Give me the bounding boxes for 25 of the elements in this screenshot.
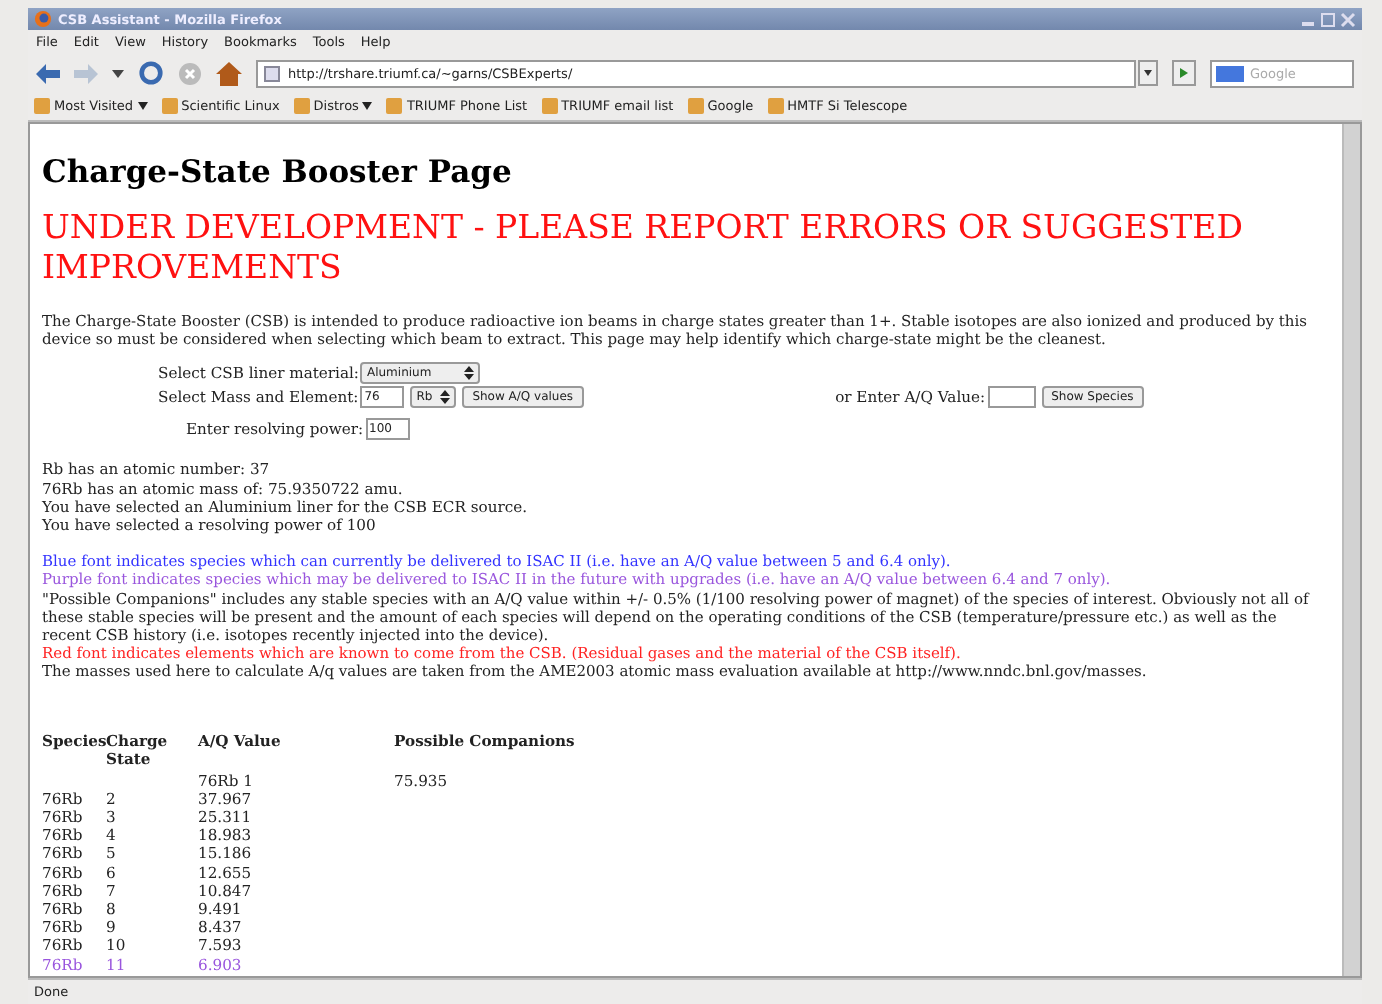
page-icon: [264, 65, 280, 81]
bookmark-icon: [687, 98, 704, 114]
dropdown-icon[interactable]: [112, 69, 124, 77]
bookmark-icon: [161, 98, 178, 114]
home-icon[interactable]: [216, 61, 242, 85]
back-arrow-icon[interactable]: [36, 63, 60, 83]
go-icon[interactable]: [1172, 60, 1196, 86]
dropdown-icon[interactable]: [1138, 60, 1158, 86]
warning-heading: UNDER DEVELOPMENT - PLEASE REPORT ERRORS OR SUGGESTED IMPROVEMENTS: [42, 208, 1245, 288]
aq-field[interactable]: [987, 385, 1036, 408]
reload-icon[interactable]: [138, 60, 164, 86]
firefox-icon: [34, 10, 52, 28]
spinner-icon: [440, 389, 451, 404]
spinner-icon: [464, 365, 475, 380]
maximize-icon[interactable]: [1320, 11, 1336, 27]
stop-icon[interactable]: [178, 61, 202, 85]
page-title: Charge-State Booster Page: [42, 152, 514, 190]
bookmark-icon: [293, 98, 310, 114]
scrollbar[interactable]: [1342, 124, 1360, 976]
bookmark-icon: [34, 98, 50, 114]
bookmark-icon: [541, 98, 558, 114]
bookmark-icon: [386, 98, 403, 114]
close-icon[interactable]: [1340, 11, 1356, 27]
bookmark-icon: [767, 98, 784, 114]
forward-arrow-icon[interactable]: [74, 63, 98, 83]
